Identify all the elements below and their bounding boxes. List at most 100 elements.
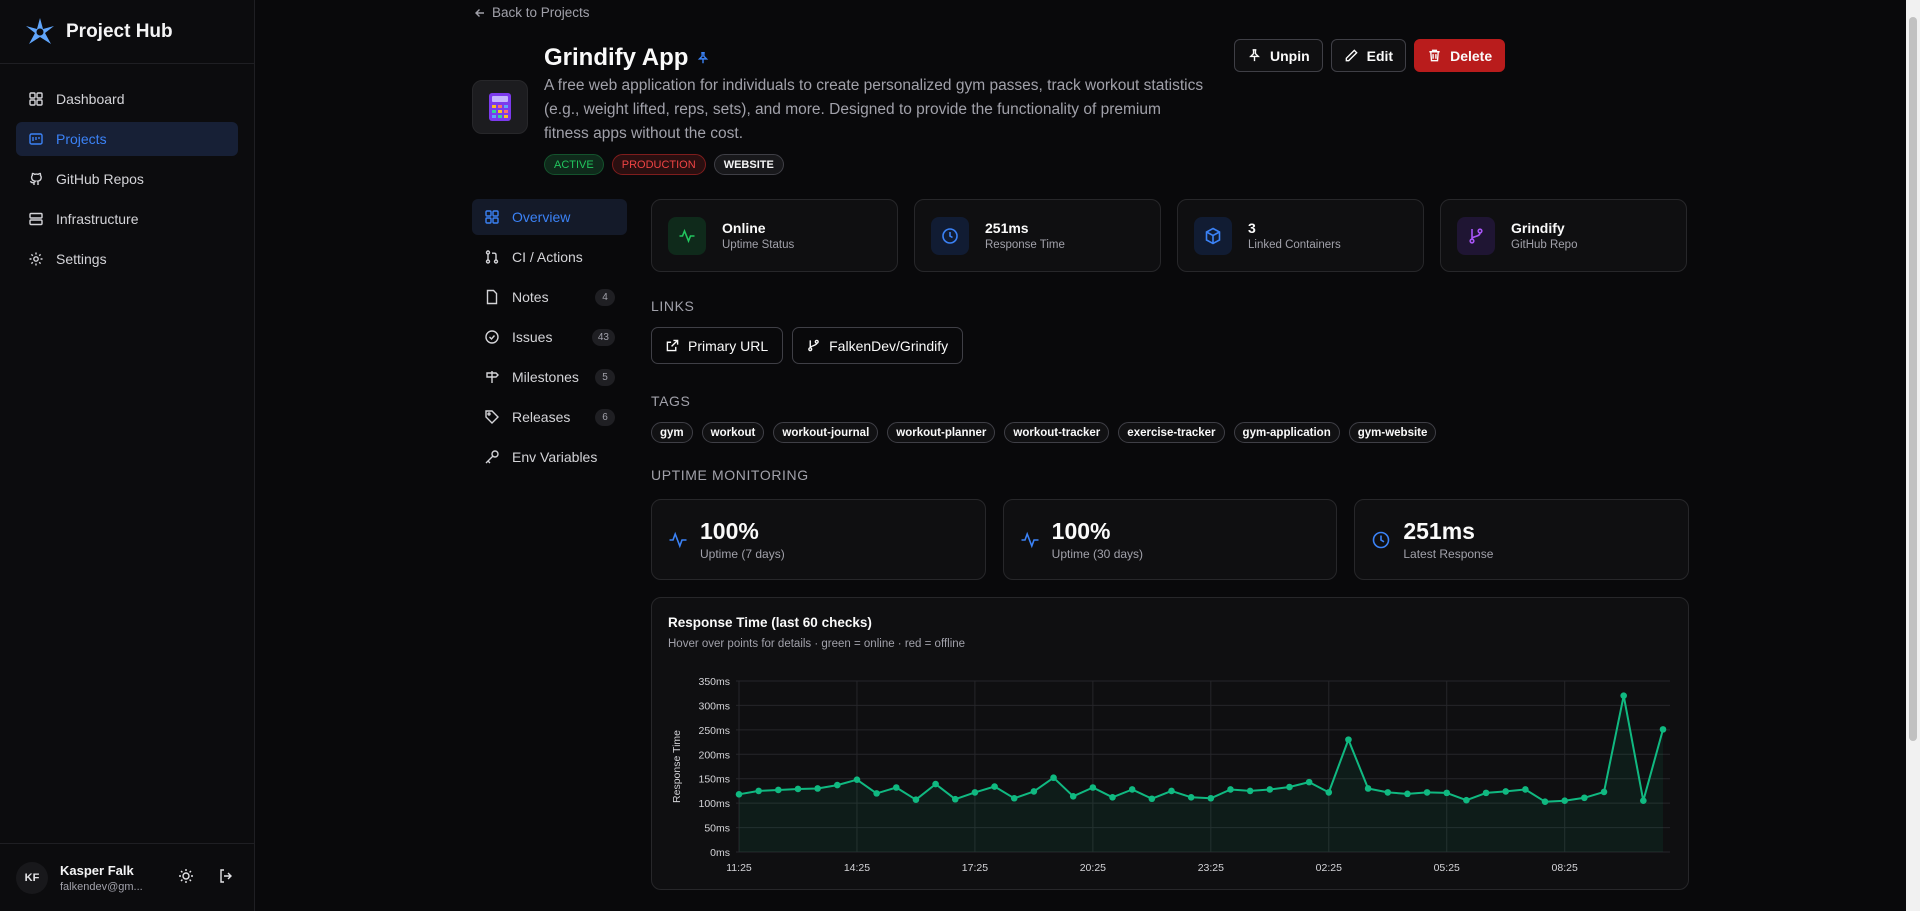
user-name: Kasper Falk [60,862,134,878]
data-point [1325,789,1333,796]
data-point [892,784,900,791]
stat-card-github-repo: Grindify GitHub Repo [1440,199,1687,272]
uptime-card-7d: 100% Uptime (7 days) [651,499,986,580]
environment-badge: PRODUCTION [611,154,706,175]
data-point [1345,736,1352,743]
data-point [1522,786,1529,793]
tab-label: Overview [512,209,571,225]
tag[interactable]: workout-planner [887,422,996,443]
data-point [1148,795,1156,803]
data-point [1089,784,1097,791]
back-link[interactable]: Back to Projects [474,5,590,20]
data-point [1620,692,1627,699]
tab-ci-actions[interactable]: CI / Actions [472,239,627,275]
github-icon [29,172,42,185]
data-point [1502,788,1510,795]
stat-value: 3 [1248,220,1256,236]
user-actions [178,868,234,884]
tag[interactable]: exercise-tracker [1118,422,1225,443]
link-label: Primary URL [688,337,769,354]
key-icon [485,450,499,464]
y-tick-label: 250ms [698,725,730,737]
links-list: Primary URL FalkenDev/Grindify [651,327,1689,364]
grid-icon [485,210,499,224]
data-point [1640,797,1647,804]
calculator-icon [489,93,511,121]
tag[interactable]: gym-application [1233,422,1340,443]
tab-label: Releases [512,409,571,425]
x-tick-label: 17:25 [962,862,988,874]
data-point [853,776,861,783]
activity-icon [669,531,687,548]
pencil-icon [1345,49,1358,62]
scrollbar[interactable] [1906,0,1920,911]
git-branch-icon [808,339,819,352]
data-point [1187,793,1195,801]
edit-label: Edit [1366,47,1394,64]
tag[interactable]: workout-journal [773,422,879,443]
x-tick-label: 05:25 [1434,862,1460,874]
y-tick-label: 350ms [698,676,730,688]
stat-icon-bg [668,216,706,255]
nav-item-settings[interactable]: Settings [16,242,238,276]
x-tick-label: 08:25 [1552,862,1578,874]
nav-item-projects[interactable]: Projects [16,122,238,156]
tab-label: CI / Actions [512,249,583,265]
primary-url-link[interactable]: Primary URL [651,327,784,364]
uptime-value: 251ms [1403,518,1475,544]
clock-icon [942,227,958,244]
unpin-button[interactable]: Unpin [1234,39,1323,72]
data-point [1168,787,1175,795]
nav-item-infrastructure[interactable]: Infrastructure [16,202,238,236]
theme-toggle-icon[interactable] [178,868,194,884]
data-point [1286,783,1293,791]
user-email: falkendev@gm... [60,880,143,893]
y-tick-label: 200ms [698,749,730,761]
tab-overview[interactable]: Overview [472,199,627,235]
uptime-text: 251ms Latest Response [1403,518,1493,561]
tag[interactable]: workout-tracker [1004,422,1110,443]
pin-icon [1249,49,1260,62]
response-time-chart: 0ms 50ms 100ms 150ms 200ms 250ms 300ms 350ms 11:… [671,676,1670,874]
logout-icon[interactable] [218,868,234,884]
tab-label: Issues [512,329,553,345]
gear-icon [29,252,43,266]
activity-icon [679,228,695,243]
tab-issues[interactable]: Issues 43 [472,319,627,355]
data-point [1207,794,1215,802]
back-label: Back to Projects [492,5,590,20]
data-point [873,790,880,797]
app-root: Project Hub Dashboard Projects GitHub Re… [0,0,1920,911]
tab-label: Milestones [512,369,579,385]
x-tick-label: 14:25 [844,862,870,874]
tag[interactable]: workout [701,422,765,443]
tab-releases[interactable]: Releases 6 [472,399,627,435]
github-repo-link[interactable]: FalkenDev/Grindify [792,327,964,364]
tab-label: Notes [512,289,549,305]
tag[interactable]: gym [651,422,693,443]
tab-env-variables[interactable]: Env Variables [472,439,627,475]
nav-item-dashboard[interactable]: Dashboard [16,82,238,116]
project-subnav: Overview CI / Actions Notes 4 Issues 43 … [472,199,627,475]
milestones-count: 5 [595,368,615,386]
x-tick-label: 20:25 [1080,862,1106,874]
tab-milestones[interactable]: Milestones 5 [472,359,627,395]
stat-card-uptime-status: Online Uptime Status [651,199,898,272]
brand[interactable]: Project Hub [0,0,254,64]
delete-button[interactable]: Delete [1414,39,1506,72]
tag[interactable]: gym-website [1348,422,1437,443]
edit-button[interactable]: Edit [1330,39,1407,72]
data-point [775,786,782,794]
avatar[interactable]: KF [16,861,48,894]
data-point [1364,785,1372,792]
data-point [1305,778,1313,786]
tab-notes[interactable]: Notes 4 [472,279,627,315]
data-point [814,785,821,792]
nav-item-github-repos[interactable]: GitHub Repos [16,162,238,196]
scrollbar-thumb[interactable] [1909,17,1917,741]
signpost-icon [486,371,499,383]
uptime-value: 100% [700,518,759,544]
stat-label: GitHub Repo [1511,239,1578,251]
uptime-label: Uptime (30 days) [1051,547,1144,561]
stat-value: Grindify [1511,220,1565,236]
